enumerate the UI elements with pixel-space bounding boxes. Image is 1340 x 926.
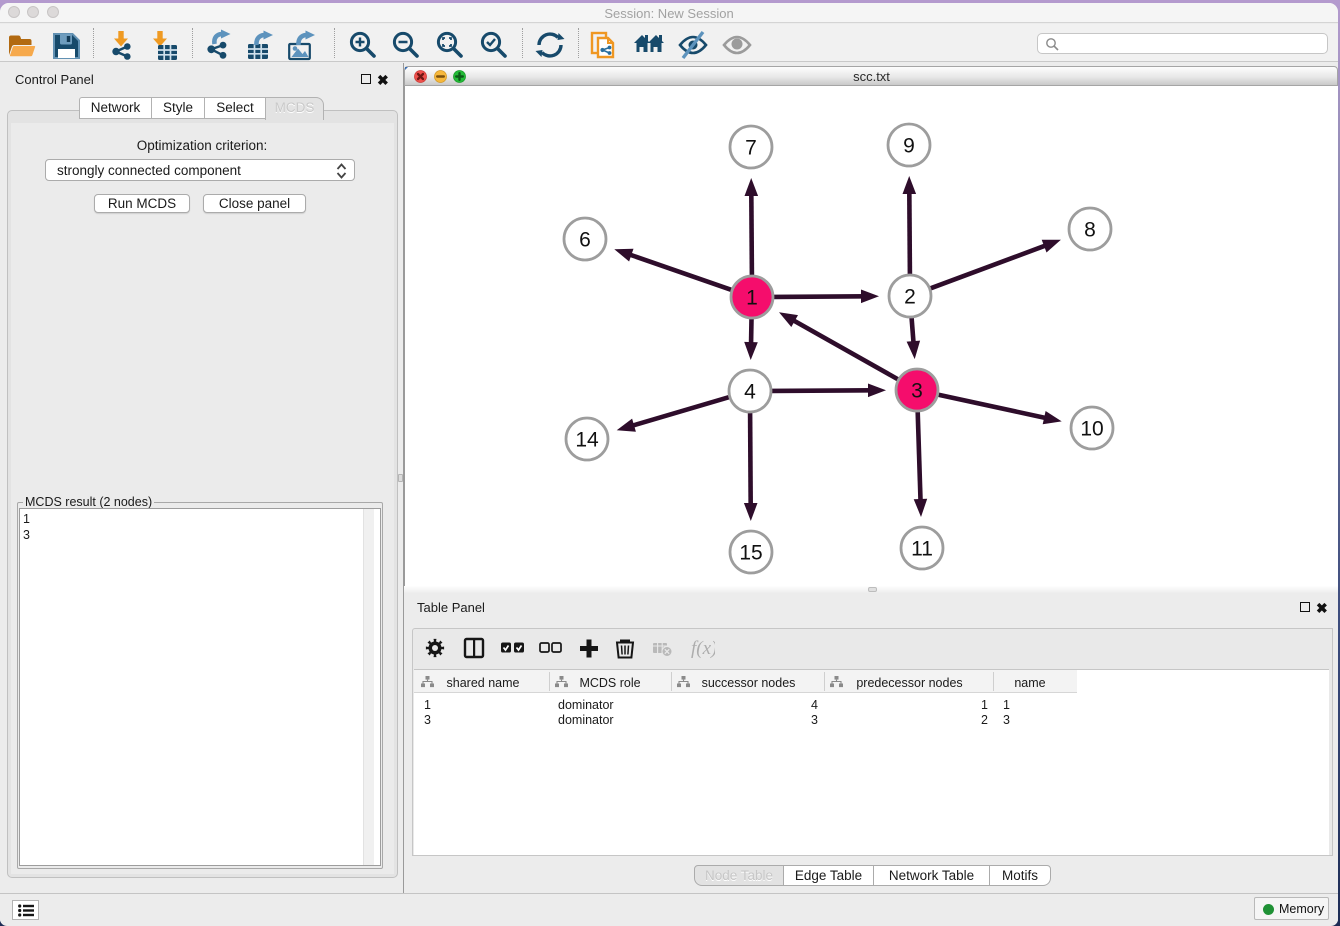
svg-text:2: 2 [904,286,916,309]
svg-text:6: 6 [579,229,591,252]
svg-text:11: 11 [911,538,933,561]
svg-text:f(x): f(x) [691,638,715,659]
svg-text:8: 8 [1084,219,1096,242]
svg-text:9: 9 [903,135,915,158]
svg-text:15: 15 [739,542,762,565]
svg-text:1: 1 [746,287,758,310]
svg-text:4: 4 [744,381,756,404]
svg-text:10: 10 [1080,418,1103,441]
svg-text:14: 14 [575,429,599,452]
svg-text:3: 3 [911,380,923,403]
svg-text:7: 7 [745,137,757,160]
